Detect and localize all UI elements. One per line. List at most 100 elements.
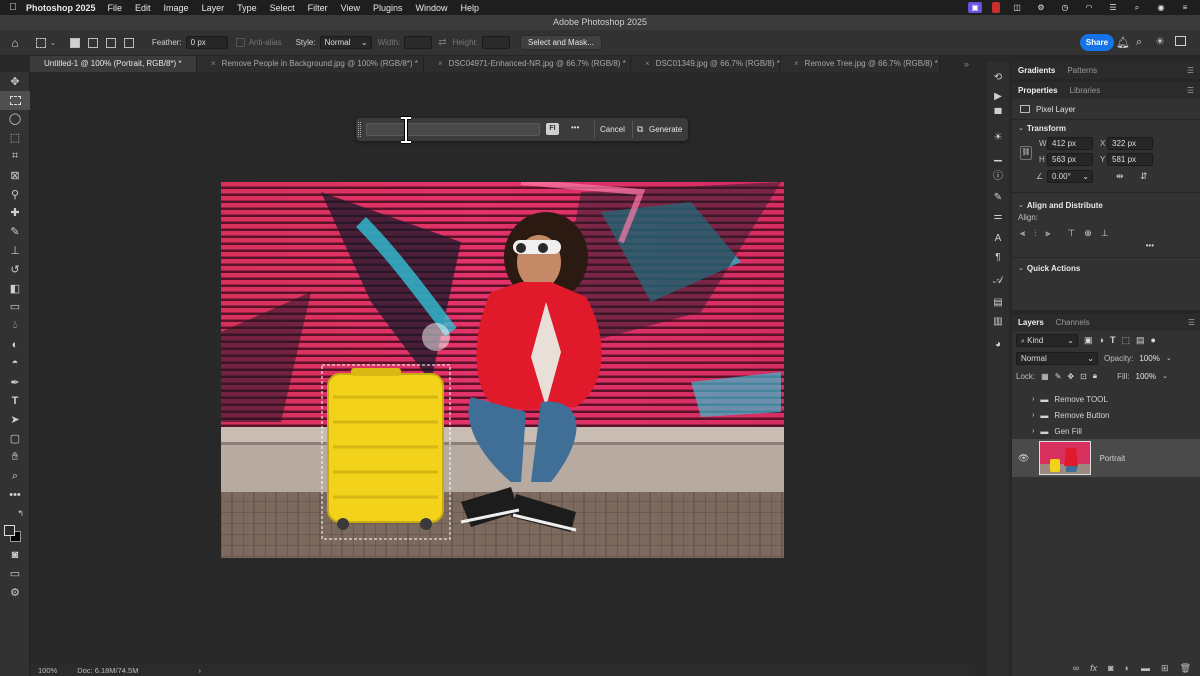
- tab-remove-people[interactable]: × Remove People in Background.jpg @ 100% …: [197, 56, 424, 72]
- add-selection-icon[interactable]: [87, 37, 98, 48]
- hand-tool-icon[interactable]: ✋︎: [0, 448, 30, 467]
- tab-patterns[interactable]: Patterns: [1067, 66, 1097, 75]
- menu-help[interactable]: Help: [461, 3, 480, 13]
- object-selection-tool-icon[interactable]: ⬚: [0, 128, 30, 147]
- menu-view[interactable]: View: [341, 3, 360, 13]
- notification-bell-icon[interactable]: 🔔︎: [1116, 36, 1130, 49]
- quick-mask-icon[interactable]: ◙: [0, 545, 30, 564]
- panel-menu-icon[interactable]: ☰: [1188, 318, 1195, 327]
- chevron-down-icon[interactable]: ⌄: [1162, 372, 1168, 380]
- lock-position-icon[interactable]: ✥: [1067, 372, 1074, 381]
- opacity-value[interactable]: 100%: [1139, 354, 1159, 363]
- brush-settings-icon[interactable]: ⚌: [987, 207, 1009, 226]
- paragraph-icon[interactable]: ¶: [987, 248, 1009, 267]
- panel-menu-icon[interactable]: ☰: [1187, 86, 1194, 95]
- libraries-panel-icon[interactable]: ▤: [987, 294, 1009, 313]
- width-input[interactable]: [404, 36, 433, 49]
- history-brush-tool-icon[interactable]: ↺: [0, 260, 30, 279]
- new-group-icon[interactable]: ▬: [1141, 663, 1150, 673]
- firefly-badge[interactable]: FI: [546, 123, 559, 135]
- lock-pixels-icon[interactable]: ▦: [1041, 372, 1049, 381]
- adjustments-icon[interactable]: ☀: [987, 128, 1009, 147]
- more-tools-icon[interactable]: •••: [0, 486, 30, 505]
- adjustment-layer-icon[interactable]: ◐: [1125, 663, 1130, 673]
- filter-smart-object-icon[interactable]: ▤: [1136, 335, 1145, 346]
- link-icon[interactable]: ⛓: [1020, 146, 1032, 160]
- frame-tool-icon[interactable]: ⊠: [0, 166, 30, 185]
- menu-edit[interactable]: Edit: [135, 3, 151, 13]
- kind-filter-select[interactable]: ⌕ Kind ⌄: [1016, 333, 1078, 347]
- tab-layers[interactable]: Layers: [1018, 318, 1044, 327]
- anti-alias-checkbox[interactable]: [235, 38, 245, 47]
- align-more-button[interactable]: •••: [1012, 241, 1200, 253]
- gradient-tool-icon[interactable]: ▭: [0, 298, 30, 317]
- subtract-selection-icon[interactable]: [105, 37, 116, 48]
- select-and-mask-button[interactable]: Select and Mask...: [520, 35, 602, 50]
- swap-colors-icon[interactable]: ↰: [0, 504, 30, 523]
- app-menu[interactable]: Photoshop 2025: [26, 3, 96, 13]
- levels-icon[interactable]: ▁: [987, 147, 1009, 166]
- record-indicator-icon[interactable]: [992, 2, 1000, 13]
- apple-menu-icon[interactable]: : [0, 2, 26, 13]
- history-icon[interactable]: ⟲: [987, 68, 1009, 87]
- blend-mode-select[interactable]: Normal ⌄: [1016, 351, 1098, 365]
- wifi-icon[interactable]: ◠: [1082, 2, 1096, 13]
- close-icon[interactable]: ×: [438, 59, 443, 68]
- tab-untitled-1[interactable]: Untitled-1 @ 100% (Portrait, RGB/8*) *: [30, 56, 197, 72]
- align-center-h-icon[interactable]: ⫶: [1034, 228, 1036, 239]
- align-middle-v-icon[interactable]: ⊕: [1084, 228, 1092, 239]
- layer-group-gen-fill[interactable]: › ▬ Gen Fill: [1012, 423, 1200, 439]
- tabs-overflow-icon[interactable]: »: [940, 56, 975, 72]
- tab-libraries[interactable]: Libraries: [1070, 86, 1101, 95]
- quick-actions-header[interactable]: ⌄ Quick Actions: [1012, 260, 1200, 276]
- height-input[interactable]: [482, 36, 511, 49]
- type-tool-icon[interactable]: T: [0, 392, 30, 411]
- screen-mode-icon[interactable]: ▭: [0, 564, 30, 583]
- notes-icon[interactable]: ▥: [987, 312, 1009, 331]
- cancel-button[interactable]: Cancel: [600, 125, 625, 134]
- chevron-right-icon[interactable]: ›: [1032, 396, 1034, 403]
- edit-toolbar-icon[interactable]: ⚙: [0, 583, 30, 602]
- menu-layer[interactable]: Layer: [202, 3, 225, 13]
- discover-icon[interactable]: ☀: [1155, 35, 1165, 48]
- tab-gradients[interactable]: Gradients: [1018, 66, 1055, 75]
- status-menu-arrow[interactable]: ›: [198, 666, 201, 675]
- layer-group-remove-tool[interactable]: › ▬ Remove TOOL: [1012, 391, 1200, 407]
- layer-portrait[interactable]: 👁︎ Portrait: [1012, 439, 1200, 477]
- align-right-icon[interactable]: ⫸: [1045, 228, 1050, 239]
- y-field[interactable]: 581 px: [1107, 153, 1153, 166]
- close-icon[interactable]: ×: [794, 59, 799, 68]
- filter-adjustment-icon[interactable]: ◑: [1099, 335, 1104, 345]
- spot-healing-tool-icon[interactable]: ✚: [0, 204, 30, 223]
- style-select[interactable]: Normal ⌄: [319, 36, 372, 49]
- brushes-icon[interactable]: ✎: [987, 188, 1009, 207]
- x-field[interactable]: 322 px: [1107, 137, 1153, 150]
- zoom-tool-icon[interactable]: ⌕: [0, 467, 30, 486]
- dodge-tool-icon[interactable]: ◐: [0, 335, 30, 354]
- filter-pixel-icon[interactable]: ▣: [1084, 335, 1093, 346]
- pen-tool-icon[interactable]: ✒: [0, 373, 30, 392]
- home-icon[interactable]: ⌂: [0, 36, 30, 50]
- menu-image[interactable]: Image: [164, 3, 189, 13]
- tab-properties[interactable]: Properties: [1018, 86, 1058, 95]
- menu-filter[interactable]: Filter: [308, 3, 328, 13]
- clone-stamp-tool-icon[interactable]: ⊥: [0, 241, 30, 260]
- clock-icon[interactable]: ◷: [1058, 2, 1072, 13]
- screen-record-icon[interactable]: ▣: [968, 2, 982, 13]
- tab-dsc04971[interactable]: × DSC04971-Enhanced-NR.jpg @ 66.7% (RGB/8…: [424, 56, 631, 72]
- lock-image-icon[interactable]: ✎: [1055, 372, 1062, 381]
- align-top-icon[interactable]: ⊤: [1067, 228, 1075, 239]
- panel-menu-icon[interactable]: ☰: [1187, 66, 1194, 75]
- foreground-color-swatch[interactable]: [4, 525, 15, 537]
- menu-file[interactable]: File: [108, 3, 123, 13]
- brush-tool-icon[interactable]: ✎: [0, 222, 30, 241]
- lasso-tool-icon[interactable]: ◯: [0, 110, 30, 129]
- drag-handle-icon[interactable]: [358, 122, 361, 137]
- align-header[interactable]: ⌄ Align and Distribute: [1012, 197, 1200, 213]
- align-bottom-icon[interactable]: ⊥: [1101, 228, 1109, 239]
- new-selection-icon[interactable]: [69, 37, 80, 48]
- intersect-selection-icon[interactable]: [123, 37, 134, 48]
- filter-shape-icon[interactable]: ⬚: [1121, 335, 1130, 346]
- close-icon[interactable]: ×: [645, 59, 650, 68]
- sponge-tool-icon[interactable]: ◓: [0, 354, 30, 373]
